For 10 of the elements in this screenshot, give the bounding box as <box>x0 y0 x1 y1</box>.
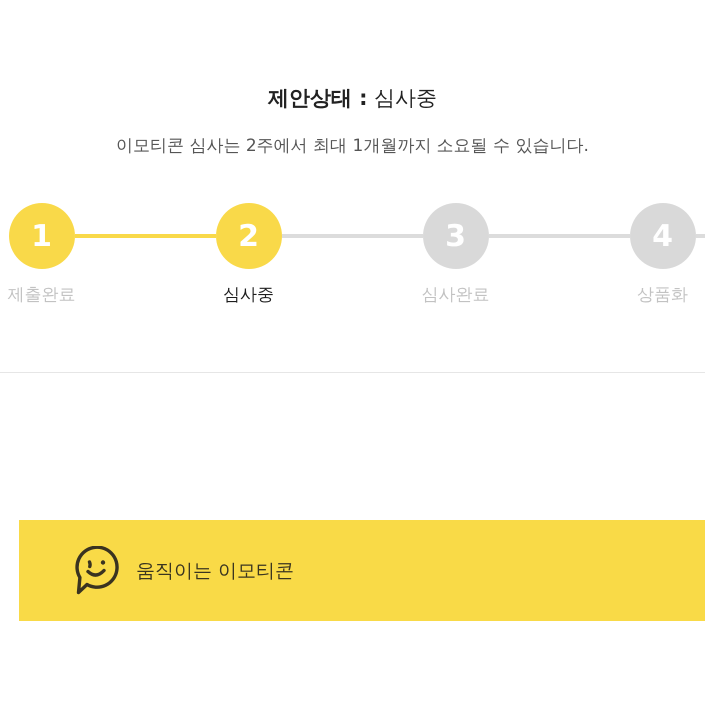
step-label: 심사완료 <box>422 284 490 307</box>
step-label: 심사중 <box>223 284 274 307</box>
status-title: 제안상태 : 심사중 <box>268 85 438 112</box>
step-label: 상품화 <box>637 284 688 307</box>
review-notice: 이모티콘 심사는 2주에서 최대 1개월까지 소요될 수 있습니다. <box>116 135 589 158</box>
banner-title: 움직이는 이모티콘 <box>136 558 294 584</box>
step-number: 1 <box>8 203 74 269</box>
category-banner[interactable]: 움직이는 이모티콘 <box>19 520 705 621</box>
step-label: 제출완료 <box>8 284 76 307</box>
step-number: 2 <box>216 203 282 269</box>
